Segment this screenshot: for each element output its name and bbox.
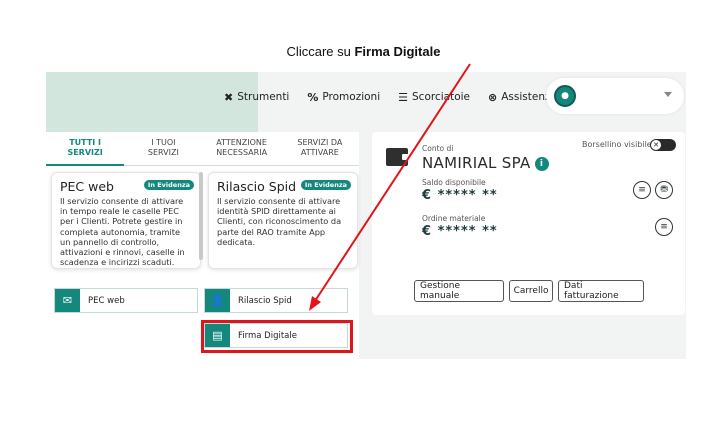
gestione-manuale-button[interactable]: Gestione manuale [414,280,504,302]
percent-icon: % [307,90,319,104]
tab-label: ATTIVARE [300,148,339,157]
button-label: PEC web [88,295,125,306]
tab-label: TUTTI I [69,138,102,147]
nav-label: Promozioni [322,91,381,103]
button-label: Rilascio Spid [238,295,292,306]
company-name: NAMIRIAL SPA i [422,154,549,172]
app-screenshot: ✖ Strumenti % Promozioni ☰ Scorciatoie ⊗… [46,72,686,359]
tab-tuoi-servizi[interactable]: I TUOI SERVIZI [124,132,203,166]
card-description: Il servizio consente di attivare in temp… [60,196,185,268]
help-icon: ⊗ [488,90,498,104]
caption-prefix: Cliccare su [286,44,355,59]
wallet-panel: Conto di NAMIRIAL SPA i Borsellino visibi… [372,132,685,315]
toggle-label: Borsellino visibile [582,140,652,149]
avatar: ● [554,85,576,107]
dati-fatturazione-button[interactable]: Dati fatturazione [558,280,644,302]
add-user-icon: 👤 [205,289,230,312]
coins-icon[interactable]: ⛃ [655,181,673,199]
nav-label: Scorciatoie [412,91,471,103]
envelope-icon: ✉ [55,289,80,312]
tab-label: SERVIZI DA [297,138,343,147]
scrollbar[interactable] [199,172,203,260]
tab-label: SERVIZI [147,148,179,157]
tools-icon: ✖ [224,90,234,104]
info-icon[interactable]: i [534,157,549,171]
tab-label: SERVIZI [67,148,103,157]
company-text: NAMIRIAL SPA [422,154,531,172]
instruction-caption: Cliccare su Firma Digitale [0,44,727,59]
rilascio-spid-button[interactable]: 👤 Rilascio Spid [204,288,348,313]
tab-attenzione-necessaria[interactable]: ATTENZIONE NECESSARIA [202,132,281,166]
user-menu[interactable]: ● [546,78,684,114]
featured-badge: In Evidenza [143,180,194,190]
balance-value: € ***** ** [422,188,498,203]
featured-badge: In Evidenza [300,180,351,190]
card-description: Il servizio consente di attivare identit… [217,196,342,247]
highlight-box [201,320,353,353]
nav-label: Strumenti [237,91,290,103]
tab-label: NECESSARIA [216,148,268,157]
service-tabs: TUTTI I SERVIZI I TUOI SERVIZI ATTENZION… [46,132,359,166]
balance-label: Saldo disponibile [422,178,486,187]
order-value: € ***** ** [422,224,498,239]
chevron-down-icon [664,92,672,97]
card-pec-web[interactable]: PEC web In Evidenza Il servizio consente… [51,172,201,269]
list-icon[interactable]: ≡ [655,218,673,236]
order-label: Ordine materiale [422,214,486,223]
account-label: Conto di [422,144,454,153]
close-icon: ✕ [651,140,661,150]
nav-strumenti[interactable]: ✖ Strumenti [224,91,289,104]
list-icon[interactable]: ≡ [633,181,651,199]
pec-web-button[interactable]: ✉ PEC web [54,288,198,313]
wallet-visibility-toggle[interactable]: ✕ [650,139,676,151]
tab-label: ATTENZIONE [216,138,267,147]
tab-label: I TUOI [151,138,176,147]
tab-tutti-servizi[interactable]: TUTTI I SERVIZI [46,132,125,166]
carrello-button[interactable]: Carrello [509,280,553,302]
caption-bold: Firma Digitale [354,44,441,59]
tab-servizi-da-attivare[interactable]: SERVIZI DA ATTIVARE [280,132,359,166]
top-navigation: ✖ Strumenti % Promozioni ☰ Scorciatoie ⊗… [224,86,557,108]
card-rilascio-spid[interactable]: Rilascio Spid In Evidenza Il servizio co… [208,172,358,269]
nav-scorciatoie[interactable]: ☰ Scorciatoie [398,91,470,104]
wallet-icon [386,148,409,166]
menu-icon: ☰ [398,90,409,104]
nav-promozioni[interactable]: % Promozioni [307,91,380,104]
